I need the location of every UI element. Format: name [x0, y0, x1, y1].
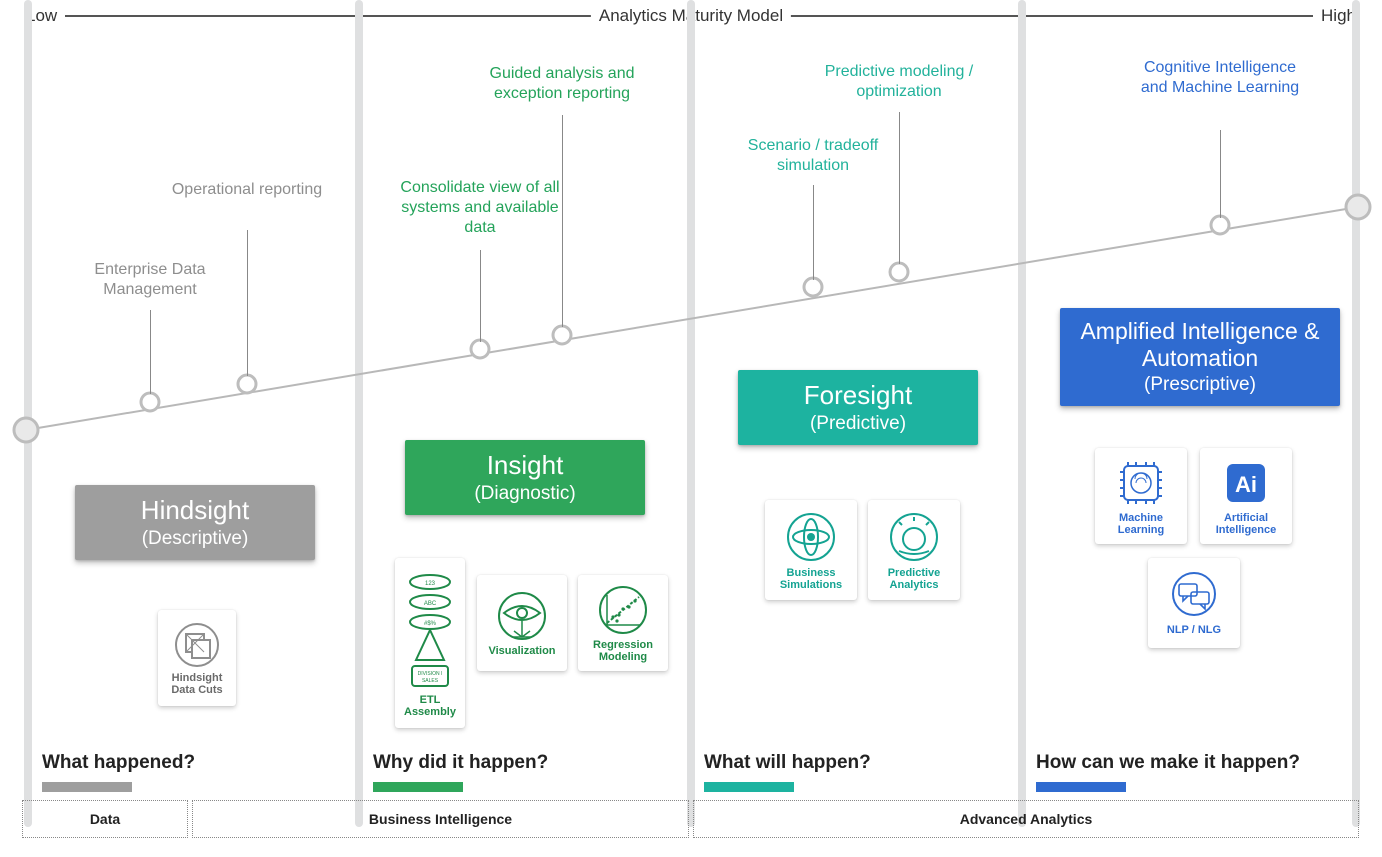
- stage-amplified: Amplified Intelligence & Automation (Pre…: [1060, 308, 1340, 406]
- svg-text:Ai: Ai: [1235, 472, 1257, 497]
- tile-artificial-intelligence: Ai Artificial Intelligence: [1200, 448, 1292, 544]
- stage-amplified-subtitle: (Prescriptive): [1074, 374, 1326, 396]
- annotation-enterprise-data: Enterprise Data Management: [65, 260, 235, 300]
- tile-business-simulations: Business Simulations: [765, 500, 857, 600]
- stage-insight-subtitle: (Diagnostic): [419, 483, 631, 505]
- tile-label: Predictive Analytics: [874, 567, 954, 591]
- tile-label: Machine Learning: [1101, 512, 1181, 536]
- tile-nlp-nlg: NLP / NLG: [1148, 558, 1240, 648]
- color-bar-hindsight: [42, 782, 132, 792]
- annotation-predictive-modeling: Predictive modeling / optimization: [814, 62, 984, 102]
- stage-amplified-title: Amplified Intelligence & Automation: [1074, 318, 1326, 372]
- annotation-scenario-simulation: Scenario / tradeoff simulation: [728, 136, 898, 176]
- stage-foresight: Foresight (Predictive): [738, 370, 978, 445]
- tile-label: Artificial Intelligence: [1206, 512, 1286, 536]
- footer-label: Advanced Analytics: [960, 811, 1093, 827]
- stage-insight-title: Insight: [419, 450, 631, 481]
- tile-label: NLP / NLG: [1167, 624, 1221, 636]
- tile-machine-learning: Machine Learning: [1095, 448, 1187, 544]
- footer-label: Data: [90, 811, 120, 827]
- column-divider: [355, 0, 363, 827]
- annotation-stem: [562, 115, 563, 327]
- stage-insight: Insight (Diagnostic): [405, 440, 645, 515]
- footer-data: Data: [22, 800, 188, 838]
- tile-label: ETL Assembly: [401, 694, 459, 718]
- tile-label: Visualization: [488, 645, 555, 657]
- column-divider: [687, 0, 695, 827]
- svg-text:DIVISION I: DIVISION I: [418, 671, 443, 677]
- column-divider: [24, 0, 32, 827]
- column-divider: [1352, 0, 1360, 827]
- annotation-operational-reporting: Operational reporting: [162, 180, 332, 200]
- question-foresight: What will happen?: [704, 752, 871, 774]
- footer-advanced: Advanced Analytics: [693, 800, 1359, 838]
- tile-etl-assembly: 123 ABC #$% DIVISION I SALES ETL Assembl…: [395, 558, 465, 728]
- question-hindsight: What happened?: [42, 752, 195, 774]
- annotation-stem: [150, 310, 151, 394]
- annotation-stem: [813, 185, 814, 280]
- stage-hindsight-subtitle: (Descriptive): [89, 528, 301, 550]
- tile-label: Hindsight Data Cuts: [164, 672, 230, 696]
- svg-text:ABC: ABC: [424, 601, 437, 607]
- annotation-stem: [247, 230, 248, 376]
- annotation-stem: [899, 112, 900, 264]
- tile-label: Regression Modeling: [584, 639, 662, 663]
- tile-label: Business Simulations: [771, 567, 851, 591]
- tile-predictive-analytics: Predictive Analytics: [868, 500, 960, 600]
- stage-foresight-title: Foresight: [752, 380, 964, 411]
- tile-hindsight-datacuts: Hindsight Data Cuts: [158, 610, 236, 706]
- annotation-cognitive-intelligence: Cognitive Intelligence and Machine Learn…: [1135, 58, 1305, 98]
- annotation-guided-analysis: Guided analysis and exception reporting: [477, 64, 647, 104]
- tile-regression: Regression Modeling: [578, 575, 668, 671]
- stage-hindsight: Hindsight (Descriptive): [75, 485, 315, 560]
- stage-hindsight-title: Hindsight: [89, 495, 301, 526]
- annotation-stem: [1220, 130, 1221, 218]
- question-amplified: How can we make it happen?: [1036, 752, 1300, 774]
- tile-visualization: Visualization: [477, 575, 567, 671]
- footer-bi: Business Intelligence: [192, 800, 689, 838]
- svg-text:123: 123: [425, 581, 436, 587]
- annotation-consolidate-view: Consolidate view of all systems and avai…: [395, 178, 565, 238]
- svg-text:#$%: #$%: [424, 621, 437, 627]
- color-bar-foresight: [704, 782, 794, 792]
- column-divider: [1018, 0, 1026, 827]
- footer-label: Business Intelligence: [369, 811, 512, 827]
- question-insight: Why did it happen?: [373, 752, 548, 774]
- color-bar-insight: [373, 782, 463, 792]
- svg-text:SALES: SALES: [422, 678, 439, 684]
- color-bar-amplified: [1036, 782, 1126, 792]
- stage-foresight-subtitle: (Predictive): [752, 413, 964, 435]
- annotation-stem: [480, 250, 481, 342]
